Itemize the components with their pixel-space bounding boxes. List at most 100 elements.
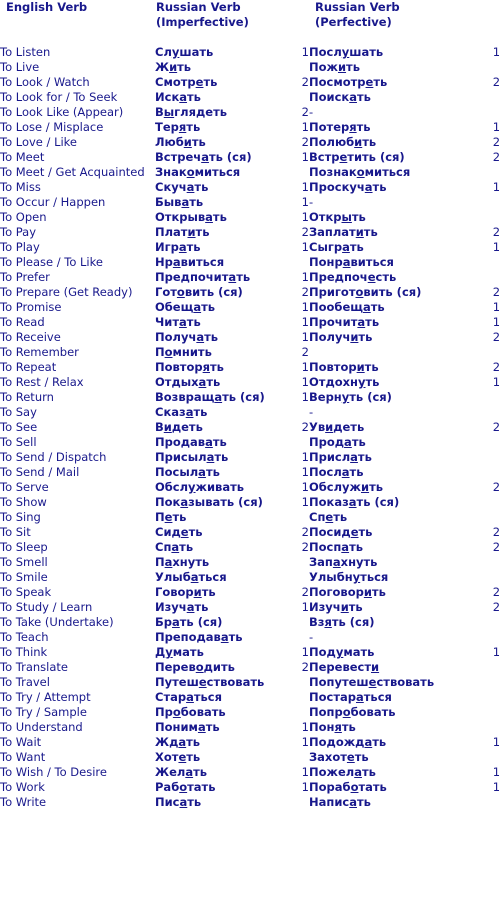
conjugation-number-imperfective: 1 [301, 390, 309, 404]
column-header-english: English Verb [0, 0, 155, 30]
spacer-cell [295, 30, 309, 45]
verb-english: To Study / Learn [0, 600, 93, 614]
conjugation-number-imperfective: 1 [301, 645, 309, 659]
verb-perfective: Поработать [309, 780, 387, 794]
table-row: To Want Хотеть Захотеть [0, 750, 500, 765]
conjugation-number-perfective: 2 [492, 600, 500, 614]
conjugation-number-imperfective: 2 [301, 420, 309, 434]
verb-english: To Sit [0, 525, 31, 539]
table-row: To Remember Помнить 2 [0, 345, 500, 360]
verb-perfective: Поискать [309, 90, 371, 104]
verb-perfective: Обслужить [309, 480, 383, 494]
verb-english: To Sing [0, 510, 41, 524]
verb-imperfective: Спать [155, 540, 194, 554]
verb-imperfective: Обещать [155, 300, 216, 314]
verb-imperfective: Петь [155, 510, 187, 524]
conjugation-number-imperfective: 1 [301, 765, 309, 779]
conjugation-number-imperfective: 2 [301, 135, 309, 149]
verb-perfective: Сыграть [309, 240, 364, 254]
conjugation-number-perfective: 2 [492, 585, 500, 599]
conjugation-number-perfective [457, 165, 500, 180]
conjugation-number-perfective [457, 495, 500, 510]
verb-perfective: Получить [309, 330, 373, 344]
verb-english: To Remember [0, 345, 79, 359]
conjugation-number-perfective [457, 615, 500, 630]
conjugation-number-imperfective: 2 [301, 225, 309, 239]
conjugation-number-imperfective [295, 165, 309, 180]
conjugation-number-imperfective: 2 [301, 75, 309, 89]
verb-imperfective: Знакомиться [155, 165, 241, 179]
verb-english: To Understand [0, 720, 83, 734]
conjugation-number-imperfective [295, 690, 309, 705]
conjugation-number-perfective [457, 345, 500, 360]
conjugation-number-perfective [457, 390, 500, 405]
verb-perfective: Перевести [309, 660, 380, 674]
conjugation-number-perfective [457, 450, 500, 465]
verb-imperfective: Искать [155, 90, 201, 104]
conjugation-number-imperfective: 2 [301, 540, 309, 554]
verb-english: To Send / Mail [0, 465, 80, 479]
verb-english: To Open [0, 210, 47, 224]
conjugation-number-imperfective [295, 750, 309, 765]
conjugation-number-perfective: 2 [492, 360, 500, 374]
verb-imperfective: Возвращать (ся) [155, 390, 265, 404]
verb-english: To Miss [0, 180, 41, 194]
table-row: To Rest / Relax Отдыхать 1 Отдохнуть 1 [0, 375, 500, 390]
table-row: To Send / Mail Посылать 1 Послать [0, 465, 500, 480]
verb-english: To Sell [0, 435, 37, 449]
conjugation-number-imperfective: 1 [301, 735, 309, 749]
verb-imperfective: Работать [155, 780, 216, 794]
column-header-perfective: Russian Verb (Perfective) [309, 0, 500, 30]
conjugation-number-perfective: 1 [492, 645, 500, 659]
table-row: To Teach Преподавать - [0, 630, 500, 645]
table-row: To Wait Ждать 1 Подождать 1 [0, 735, 500, 750]
column-header-english-label: English Verb [6, 0, 88, 14]
verb-perfective: Поспать [309, 540, 363, 554]
verb-english: To Pay [0, 225, 37, 239]
conjugation-number-imperfective: 1 [301, 315, 309, 329]
table-row: To Take (Undertake) Брать (ся) Взять (ся) [0, 615, 500, 630]
table-row: To Work Работать 1 Поработать 1 [0, 780, 500, 795]
conjugation-number-perfective [457, 795, 500, 810]
conjugation-number-imperfective [295, 510, 309, 525]
verb-imperfective: Обслуживать [155, 480, 245, 494]
table-row: To Repeat Повторять 1 Повторить 2 [0, 360, 500, 375]
verb-english: To Want [0, 750, 46, 764]
verb-perfective: Попутешествовать [309, 675, 435, 689]
verb-imperfective: Понимать [155, 720, 220, 734]
conjugation-number-perfective: 1 [492, 240, 500, 254]
table-row: To Meet / Get Acquainted Знакомиться Позна… [0, 165, 500, 180]
verb-english: To Play [0, 240, 40, 254]
verb-perfective: - [309, 195, 314, 209]
column-header-imperfective-line1: Russian Verb [156, 0, 241, 14]
verb-english: To Try / Sample [0, 705, 87, 719]
table-row: To Smile Улыбаться Улыбнуться [0, 570, 500, 585]
conjugation-number-perfective [457, 630, 500, 645]
table-row: To Send / Dispatch Присылать 1 Прислать [0, 450, 500, 465]
verb-perfective: Приготовить (ся) [309, 285, 422, 299]
verb-imperfective: Отдыхать [155, 375, 221, 389]
conjugation-number-imperfective: 1 [301, 465, 309, 479]
conjugation-number-perfective: 2 [492, 420, 500, 434]
conjugation-number-imperfective [295, 405, 309, 420]
conjugation-number-imperfective [295, 795, 309, 810]
table-row: To Read Читать 1 Прочитать 1 [0, 315, 500, 330]
verb-english: To Prefer [0, 270, 50, 284]
conjugation-number-perfective [457, 675, 500, 690]
spacer-cell [0, 30, 155, 45]
verb-english: To Translate [0, 660, 68, 674]
verb-perfective: Показать (ся) [309, 495, 400, 509]
verb-english: To Work [0, 780, 45, 794]
conjugation-number-perfective [457, 510, 500, 525]
conjugation-number-perfective [457, 570, 500, 585]
table-row: To Please / To Like Нравиться Понравиться [0, 255, 500, 270]
table-row: To Speak Говорить 2 Поговорить 2 [0, 585, 500, 600]
verb-english: To Serve [0, 480, 49, 494]
verb-imperfective: Говорить [155, 585, 216, 599]
verb-perfective: Проскучать [309, 180, 387, 194]
verb-perfective: Послушать [309, 45, 384, 59]
verb-imperfective: Нравиться [155, 255, 225, 269]
verb-perfective: Попробовать [309, 705, 396, 719]
verb-english: To Wait [0, 735, 42, 749]
verb-perfective: Пообещать [309, 300, 385, 314]
